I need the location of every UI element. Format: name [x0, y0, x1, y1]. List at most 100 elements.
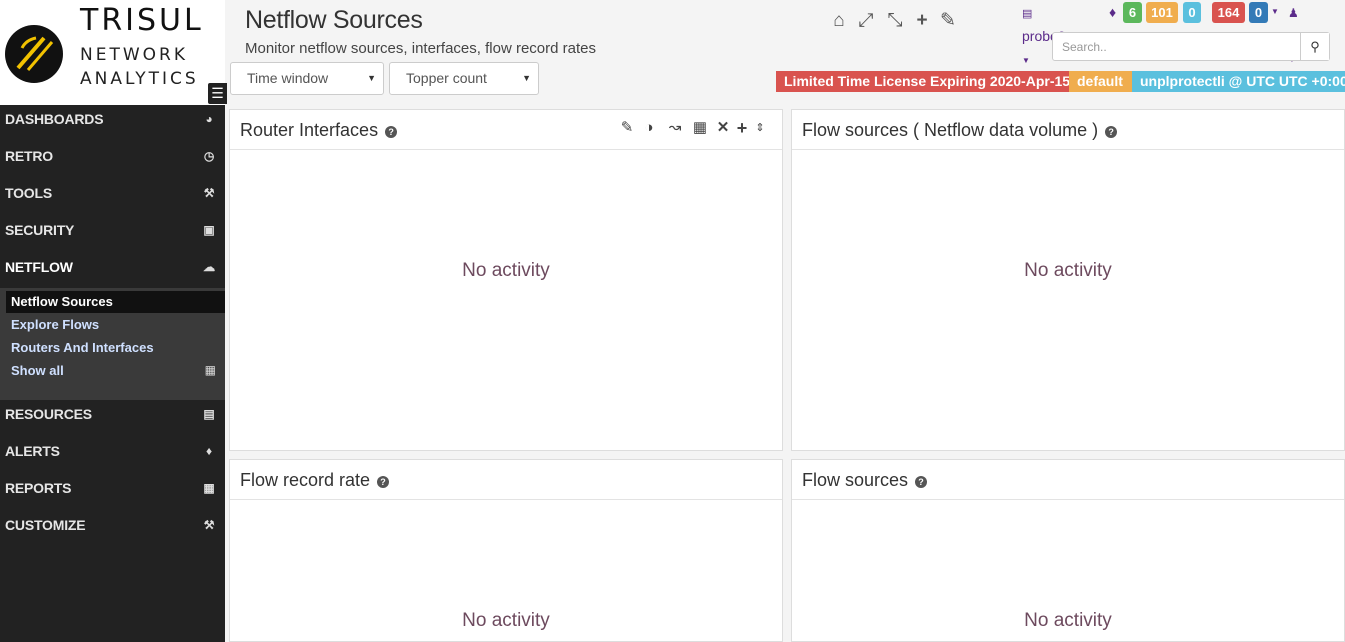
- badge-red[interactable]: 164: [1212, 2, 1245, 23]
- sidebar-item-reports[interactable]: REPORTS ▦: [0, 470, 225, 507]
- bell-icon[interactable]: ♦: [1109, 1, 1116, 23]
- toggle-icon[interactable]: ◑: [639, 117, 659, 139]
- panel-flow-sources-volume: Flow sources ( Netflow data volume )? No…: [791, 109, 1345, 451]
- sidebar-item-tools[interactable]: TOOLS ⚒: [0, 175, 225, 212]
- sidebar-item-label: NETFLOW: [5, 259, 73, 275]
- brand-subtitle-2: ANALYTICS: [80, 69, 199, 89]
- host-label: unplprotectli @ UTC UTC +0:00: [1132, 71, 1345, 92]
- lock-icon: ▣: [203, 223, 215, 237]
- caret-down-icon[interactable]: ▼: [1271, 1, 1279, 23]
- clock-icon: ◷: [203, 149, 215, 163]
- caret-down-icon: ▼: [1022, 56, 1030, 65]
- sidebar-item-resources[interactable]: RESOURCES ▤: [0, 396, 225, 433]
- sidebar-item-customize[interactable]: CUSTOMIZE ⚒: [0, 507, 225, 544]
- bell-icon: ♦: [206, 444, 212, 458]
- close-icon[interactable]: ✕: [713, 117, 733, 139]
- submenu-item-routers-and-interfaces[interactable]: Routers And Interfaces: [11, 338, 154, 358]
- search-icon: ⚲: [1310, 39, 1320, 54]
- license-label: Limited Time License Expiring 2020-Apr-1…: [776, 71, 1071, 92]
- brand-name: TRISUL: [80, 3, 204, 38]
- badge-cyan[interactable]: 0: [1183, 2, 1201, 23]
- sidebar-item-label: RESOURCES: [5, 406, 92, 422]
- add-icon[interactable]: +: [911, 9, 933, 33]
- panel-empty-message: No activity: [462, 260, 550, 281]
- caret-down-icon: ▼: [367, 73, 376, 83]
- panel-header: Flow sources?: [792, 460, 1344, 500]
- server-icon: ▤: [1022, 8, 1033, 20]
- sidebar-item-label: RETRO: [5, 148, 54, 164]
- sidebar-item-label: ALERTS: [5, 443, 60, 459]
- trisul-logo-icon: [5, 25, 63, 83]
- sidebar-item-security[interactable]: SECURITY ▣: [0, 212, 225, 249]
- time-window-value: Time window: [247, 70, 329, 86]
- help-icon[interactable]: ?: [377, 476, 390, 488]
- user-icon: ♟: [1288, 6, 1299, 20]
- panel-flow-record-rate: Flow record rate? No activity: [229, 459, 783, 642]
- page-subtitle: Monitor netflow sources, interfaces, flo…: [245, 40, 596, 57]
- panel-title-text: Router Interfaces: [240, 120, 379, 140]
- help-icon[interactable]: ?: [915, 476, 928, 488]
- panel-router-interfaces: Router Interfaces? ✎ ◑ ↝ ▦ ✕ + ⇕ No acti…: [229, 109, 783, 451]
- sidebar-item-retro[interactable]: RETRO ◷: [0, 138, 225, 175]
- time-window-select[interactable]: Time window ▼: [230, 62, 384, 95]
- brand-header: TRISUL NETWORK ANALYTICS: [0, 0, 225, 105]
- context-text: default: [1077, 73, 1123, 89]
- license-text: Limited Time License Expiring 2020-Apr-1…: [784, 73, 1071, 89]
- sidebar-item-label: DASHBOARDS: [5, 111, 104, 127]
- submenu-item-show-all[interactable]: Show all: [11, 361, 64, 381]
- bar-chart-icon[interactable]: ▦: [690, 117, 710, 139]
- badge-blue[interactable]: 0: [1249, 2, 1268, 23]
- sidebar-item-label: SECURITY: [5, 222, 75, 238]
- image-icon: ▤: [203, 407, 215, 421]
- sidebar-item-dashboards[interactable]: DASHBOARDS ◕: [0, 101, 225, 138]
- sidebar-item-label: TOOLS: [5, 185, 52, 201]
- panel-header: Flow record rate?: [230, 460, 782, 500]
- grid-icon: ▦: [204, 363, 216, 377]
- wrench-icon: ⚒: [203, 186, 215, 200]
- panel-title: Flow record rate?: [240, 470, 390, 491]
- caret-down-icon: ▼: [522, 73, 531, 83]
- sidebar: TRISUL NETWORK ANALYTICS ☰ DASHBOARDS ◕ …: [0, 0, 227, 642]
- panel-title-text: Flow sources ( Netflow data volume ): [802, 120, 1099, 140]
- search-box: ⚲: [1052, 32, 1330, 61]
- hammer-icon: ⚒: [203, 518, 215, 532]
- compress-icon[interactable]: ⤢: [855, 9, 877, 33]
- panel-tools: ✎ ◑ ↝ ▦ ✕ + ⇕: [617, 117, 772, 139]
- topper-count-value: Topper count: [406, 70, 487, 86]
- calendar-icon: ▦: [203, 481, 215, 495]
- panel-title: Flow sources?: [802, 470, 928, 491]
- panel-empty-message: No activity: [1024, 260, 1112, 281]
- page-title: Netflow Sources: [245, 6, 423, 34]
- panel-title: Router Interfaces?: [240, 120, 398, 141]
- help-icon[interactable]: ?: [385, 126, 398, 138]
- submenu-item-netflow-sources[interactable]: Netflow Sources: [11, 292, 113, 312]
- home-icon[interactable]: ⌂: [828, 9, 850, 33]
- panel-header: Flow sources ( Netflow data volume )?: [792, 110, 1344, 150]
- line-chart-icon[interactable]: ↝: [665, 117, 685, 139]
- panel-title: Flow sources ( Netflow data volume )?: [802, 120, 1118, 141]
- search-button[interactable]: ⚲: [1300, 33, 1329, 60]
- panel-title-text: Flow sources: [802, 470, 909, 490]
- sidebar-item-alerts[interactable]: ALERTS ♦: [0, 433, 225, 470]
- pencil-icon[interactable]: ✎: [937, 9, 959, 33]
- submenu-item-explore-flows[interactable]: Explore Flows: [11, 315, 99, 335]
- sidebar-item-label: REPORTS: [5, 480, 72, 496]
- topper-count-select[interactable]: Topper count ▼: [389, 62, 539, 95]
- panel-empty-message: No activity: [462, 610, 550, 631]
- badge-green[interactable]: 6: [1123, 2, 1142, 23]
- badge-orange[interactable]: 101: [1146, 2, 1178, 23]
- search-input[interactable]: [1053, 33, 1302, 60]
- app-window: TRISUL NETWORK ANALYTICS ☰ DASHBOARDS ◕ …: [0, 0, 1345, 642]
- sidebar-item-label: CUSTOMIZE: [5, 517, 86, 533]
- pencil-icon[interactable]: ✎: [617, 117, 637, 139]
- sidebar-item-netflow[interactable]: NETFLOW ☁: [0, 249, 225, 286]
- sort-icon[interactable]: ⇕: [750, 117, 770, 139]
- context-label[interactable]: default: [1069, 71, 1132, 92]
- panel-empty-message: No activity: [1024, 610, 1112, 631]
- expand-icon[interactable]: ⤡: [884, 9, 906, 33]
- panel-header: Router Interfaces? ✎ ◑ ↝ ▦ ✕ + ⇕: [230, 110, 782, 150]
- panel-title-text: Flow record rate: [240, 470, 371, 490]
- add-icon[interactable]: +: [732, 117, 752, 139]
- help-icon[interactable]: ?: [1105, 126, 1118, 138]
- brand-subtitle-1: NETWORK: [80, 45, 188, 65]
